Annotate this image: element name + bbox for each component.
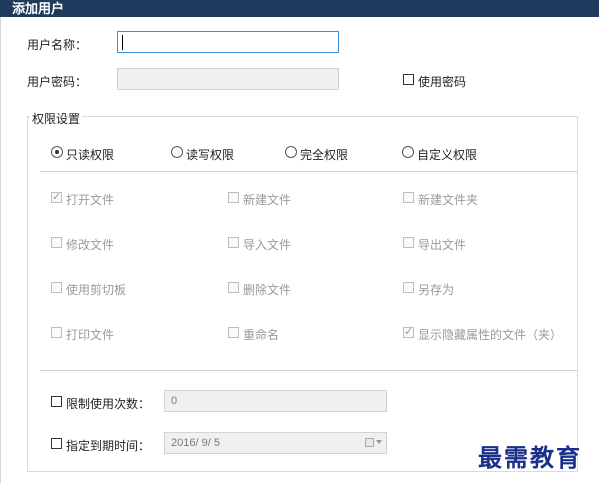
- usage-count-value: 0: [171, 395, 178, 407]
- radio-full-access-label[interactable]: 完全权限: [300, 146, 348, 163]
- limit-usage-checkbox[interactable]: [51, 396, 62, 407]
- checkbox-open-file[interactable]: [51, 190, 62, 203]
- use-password-checkbox[interactable]: [403, 74, 414, 85]
- username-label: 用户名称：: [27, 38, 88, 52]
- option-delete-file-label: 删除文件: [243, 283, 292, 297]
- checkbox-delete-file[interactable]: [228, 282, 239, 293]
- title-bar: 添加用户: [0, 0, 599, 17]
- radio-read-write[interactable]: [171, 146, 183, 158]
- separator-bottom: [40, 370, 577, 371]
- password-input[interactable]: [117, 68, 339, 90]
- username-input[interactable]: [117, 31, 339, 53]
- checkbox-import-file[interactable]: [228, 237, 239, 248]
- permissions-group-title: 权限设置: [30, 110, 83, 127]
- option-new-file-label: 新建文件: [243, 193, 292, 207]
- checkbox-show-hidden[interactable]: [403, 325, 414, 338]
- expiry-date-picker[interactable]: 2016/ 9/ 5: [164, 432, 387, 454]
- option-export-file-label: 导出文件: [418, 238, 467, 252]
- separator-top: [40, 171, 577, 172]
- radio-read-write-label[interactable]: 读写权限: [186, 146, 234, 163]
- option-import-file-label: 导入文件: [243, 238, 292, 252]
- use-password-label[interactable]: 使用密码: [418, 73, 466, 90]
- window-title: 添加用户: [12, 1, 65, 16]
- checkbox-clipboard[interactable]: [51, 282, 62, 293]
- chevron-down-icon[interactable]: [376, 440, 382, 444]
- option-new-folder-label: 新建文件夹: [418, 193, 479, 207]
- option-print-file-label: 打印文件: [66, 328, 115, 342]
- option-open-file-label: 打开文件: [66, 193, 115, 207]
- radio-read-only[interactable]: [51, 146, 63, 158]
- watermark-text: 最需教育: [478, 443, 582, 472]
- option-rename-label: 重命名: [243, 328, 280, 342]
- radio-custom[interactable]: [402, 146, 414, 158]
- calendar-icon: [365, 438, 374, 447]
- checkbox-rename[interactable]: [228, 327, 239, 338]
- expiry-checkbox[interactable]: [51, 438, 62, 449]
- radio-custom-label[interactable]: 自定义权限: [417, 146, 477, 163]
- checkbox-save-as[interactable]: [403, 282, 414, 293]
- checkbox-new-folder[interactable]: [403, 192, 414, 203]
- checkbox-print-file[interactable]: [51, 327, 62, 338]
- expiry-date-value: 2016/ 9/ 5: [171, 437, 220, 449]
- checkbox-export-file[interactable]: [403, 237, 414, 248]
- radio-read-only-label[interactable]: 只读权限: [66, 146, 114, 163]
- password-label: 用户密码：: [27, 75, 88, 89]
- radio-full-access[interactable]: [285, 146, 297, 158]
- expiry-label[interactable]: 指定到期时间：: [66, 437, 150, 454]
- option-modify-file-label: 修改文件: [66, 238, 115, 252]
- option-show-hidden-label: 显示隐藏属性的文件（夹）: [418, 328, 563, 342]
- checkbox-new-file[interactable]: [228, 192, 239, 203]
- option-clipboard-label: 使用剪切板: [66, 283, 127, 297]
- checkbox-modify-file[interactable]: [51, 237, 62, 248]
- limit-usage-label[interactable]: 限制使用次数：: [66, 395, 150, 412]
- text-caret: [122, 35, 123, 50]
- option-save-as-label: 另存为: [418, 283, 455, 297]
- usage-count-input[interactable]: 0: [164, 390, 387, 412]
